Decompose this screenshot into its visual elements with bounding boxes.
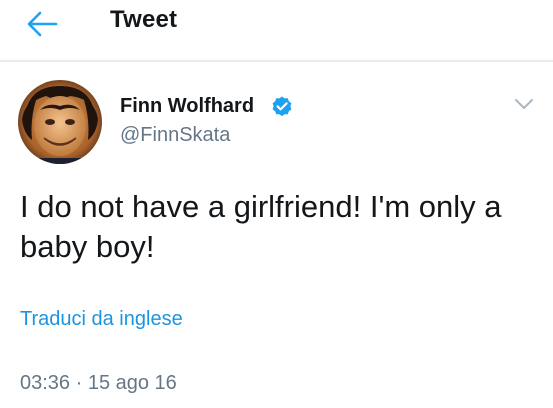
avatar[interactable] bbox=[18, 80, 102, 164]
chevron-down-icon[interactable] bbox=[510, 92, 538, 116]
avatar-image bbox=[18, 80, 102, 164]
author-handle[interactable]: @FinnSkata bbox=[120, 124, 230, 147]
back-button[interactable] bbox=[22, 6, 62, 42]
author-name[interactable]: Finn Wolfhard bbox=[120, 95, 254, 118]
verified-badge-icon bbox=[272, 96, 292, 117]
translate-link[interactable]: Traduci da inglese bbox=[20, 308, 183, 331]
page-title: Tweet bbox=[110, 6, 178, 33]
top-bar: Tweet bbox=[0, 0, 553, 62]
tweet-text: I do not have a girlfriend! I'm only a b… bbox=[20, 189, 502, 264]
tweet-timestamp: 03:36 · 15 ago 16 bbox=[20, 372, 177, 394]
arrow-left-icon bbox=[27, 11, 58, 37]
